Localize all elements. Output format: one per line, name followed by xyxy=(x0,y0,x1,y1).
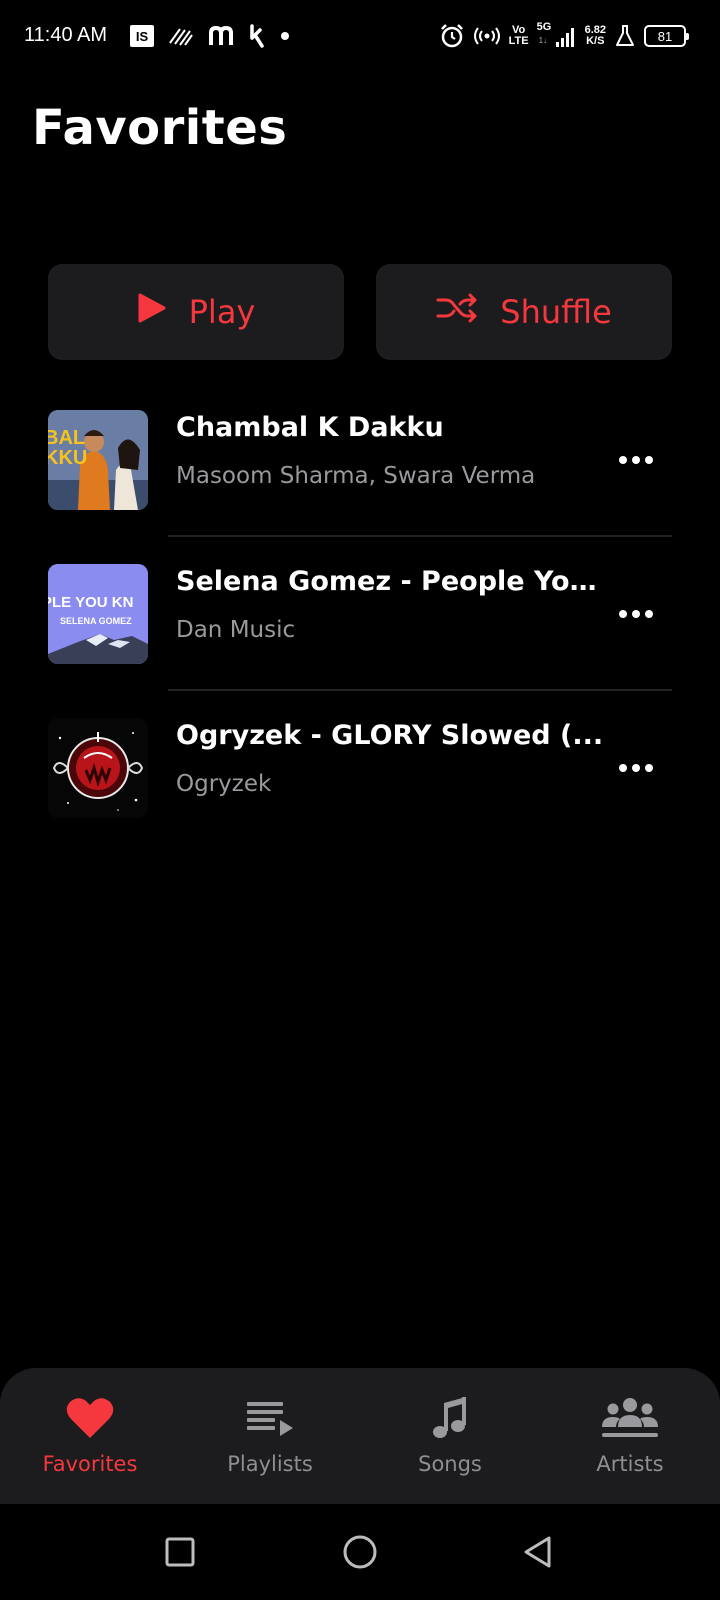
more-options-button[interactable] xyxy=(616,748,656,788)
song-row[interactable]: PLE YOU KN SELENA GOMEZ Selena Gomez - P… xyxy=(48,554,672,706)
song-row[interactable]: Ogryzek - GLORY Slowed (... Ogryzek xyxy=(48,708,672,860)
song-row[interactable]: BAL KKU Chambal K Dakku Masoom Sharma, S… xyxy=(48,400,672,552)
home-icon xyxy=(343,1535,377,1569)
status-bar: 11:40 AM IS Vo LTE 5G 1↓ 6.82 K/S 81 xyxy=(0,0,720,72)
k-app-icon xyxy=(248,24,266,48)
album-art: PLE YOU KN SELENA GOMEZ xyxy=(48,564,148,664)
nav-label: Playlists xyxy=(227,1452,313,1476)
status-time: 11:40 AM xyxy=(24,24,108,46)
notification-icons: IS xyxy=(130,22,290,50)
battery-indicator: 81 xyxy=(644,25,689,47)
nav-item-favorites[interactable]: Favorites xyxy=(0,1392,180,1492)
more-icon xyxy=(619,456,653,464)
speed-unit: K/S xyxy=(586,35,605,47)
dot-icon xyxy=(280,31,290,41)
song-title: Selena Gomez - People You... xyxy=(176,566,606,597)
divider xyxy=(168,689,672,691)
net-speed: 6.82 K/S xyxy=(585,25,606,47)
nav-label: Favorites xyxy=(42,1452,138,1476)
system-nav-bar xyxy=(0,1504,720,1600)
music-note-icon xyxy=(430,1392,470,1444)
nav-item-playlists[interactable]: Playlists xyxy=(180,1392,360,1492)
album-art-text: PLE YOU KN xyxy=(48,594,134,611)
home-button[interactable] xyxy=(338,1530,382,1574)
recents-icon xyxy=(165,1537,195,1567)
network-type: 5G xyxy=(536,21,552,33)
recents-button[interactable] xyxy=(158,1530,202,1574)
volte-bottom-text: LTE xyxy=(508,35,529,47)
song-title: Chambal K Dakku xyxy=(176,412,444,443)
more-icon xyxy=(619,764,653,772)
page-title: Favorites xyxy=(32,100,288,156)
song-title: Ogryzek - GLORY Slowed (... xyxy=(176,720,604,751)
signal-icon: 5G 1↓ xyxy=(537,22,577,50)
network-sub: 1↓ xyxy=(538,36,548,45)
more-options-button[interactable] xyxy=(616,440,656,480)
heart-icon xyxy=(65,1392,115,1444)
album-art-text: BAL KKU xyxy=(48,427,88,469)
system-status-icons: Vo LTE 5G 1↓ 6.82 K/S 81 xyxy=(439,18,689,54)
is-app-icon: IS xyxy=(130,25,154,47)
album-art xyxy=(48,718,148,818)
shuffle-label: Shuffle xyxy=(500,293,612,331)
nav-item-songs[interactable]: Songs xyxy=(360,1392,540,1492)
m-app-icon xyxy=(208,25,234,47)
alarm-icon xyxy=(439,23,465,49)
play-label: Play xyxy=(188,293,256,331)
play-icon xyxy=(137,292,167,332)
nav-item-artists[interactable]: Artists xyxy=(540,1392,720,1492)
hotspot-icon xyxy=(473,25,501,47)
song-artist: Dan Music xyxy=(176,617,296,643)
shuffle-button[interactable]: Shuffle xyxy=(376,264,672,360)
album-art: BAL KKU xyxy=(48,410,148,510)
artists-icon xyxy=(600,1392,660,1444)
play-button[interactable]: Play xyxy=(48,264,344,360)
divider xyxy=(168,535,672,537)
playlist-icon xyxy=(245,1392,295,1444)
nav-label: Artists xyxy=(596,1452,664,1476)
more-options-button[interactable] xyxy=(616,594,656,634)
nav-label: Songs xyxy=(418,1452,482,1476)
album-art-subtext: SELENA GOMEZ xyxy=(60,616,132,626)
more-icon xyxy=(619,610,653,618)
wave-app-icon xyxy=(168,25,194,47)
back-button[interactable] xyxy=(516,1530,560,1574)
song-artist: Ogryzek xyxy=(176,771,272,797)
bottom-nav: Favorites Playlists Songs Artists xyxy=(0,1368,720,1504)
volte-icon: Vo LTE xyxy=(509,25,529,47)
song-artist: Masoom Sharma, Swara Verma xyxy=(176,463,536,489)
flask-icon xyxy=(614,24,636,48)
back-icon xyxy=(524,1536,551,1568)
shuffle-icon xyxy=(436,293,478,331)
